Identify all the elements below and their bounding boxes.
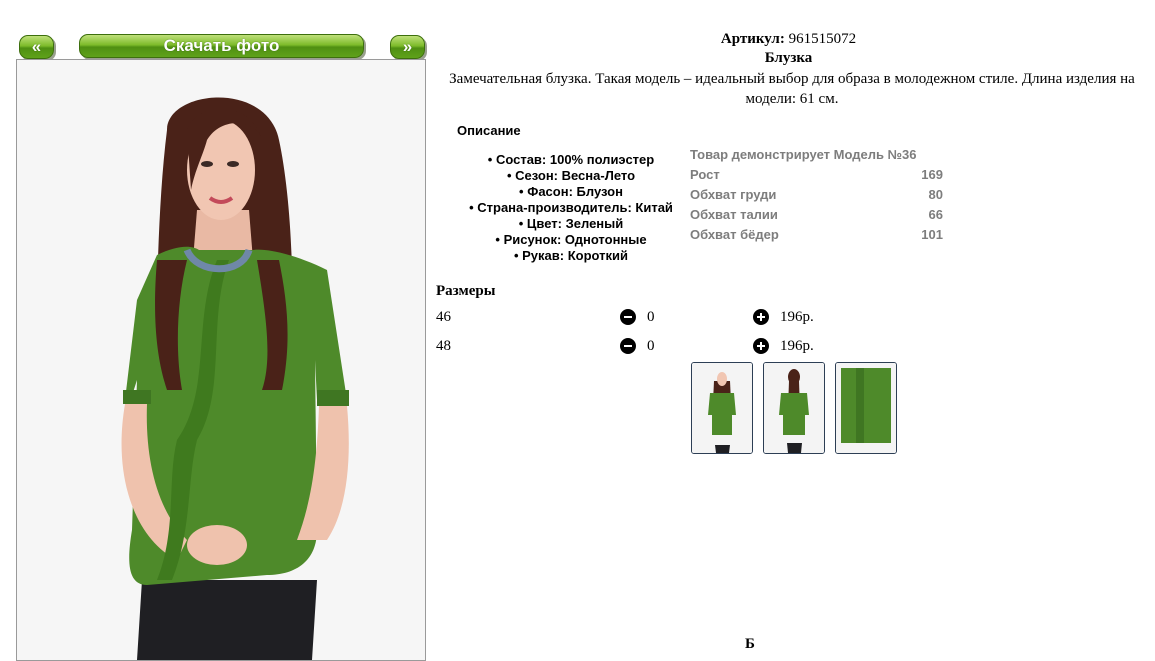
model-value: 169 bbox=[921, 167, 943, 182]
footer-cut-text: Б bbox=[745, 636, 755, 652]
properties-list: Состав: 100% полиэстер Сезон: Весна-Лето… bbox=[440, 152, 702, 264]
main-product-photo bbox=[16, 59, 426, 661]
minus-icon[interactable] bbox=[620, 338, 636, 354]
model-label: Обхват талии bbox=[690, 207, 778, 222]
model-row-height: Рост 169 bbox=[690, 165, 943, 185]
article-line: Артикул: 961515072 bbox=[430, 31, 1147, 48]
model-value: 101 bbox=[921, 227, 943, 242]
model-value: 80 bbox=[928, 187, 943, 202]
size-label: 48 bbox=[436, 338, 451, 354]
model-row-bust: Обхват груди 80 bbox=[690, 185, 943, 205]
model-label: Обхват бёдер bbox=[690, 227, 779, 242]
model-row-hips: Обхват бёдер 101 bbox=[690, 225, 943, 245]
model-value: 66 bbox=[928, 207, 943, 222]
prev-photo-button[interactable]: « bbox=[19, 35, 54, 59]
sizes-heading: Размеры bbox=[436, 283, 496, 299]
property-country: Страна-производитель: Китай bbox=[440, 200, 702, 216]
model-label: Обхват груди bbox=[690, 187, 777, 202]
property-sleeve: Рукав: Короткий bbox=[440, 248, 702, 264]
article-label: Артикул: bbox=[720, 31, 785, 47]
size-label: 46 bbox=[436, 309, 451, 325]
quantity-value: 0 bbox=[647, 309, 655, 325]
property-pattern: Рисунок: Однотонные bbox=[440, 232, 702, 248]
description-heading: Описание bbox=[457, 123, 521, 138]
thumbnail-front[interactable] bbox=[691, 362, 753, 454]
property-composition: Состав: 100% полиэстер bbox=[440, 152, 702, 168]
model-info-heading: Товар демонстрирует Модель №36 bbox=[690, 145, 943, 165]
product-description: Замечательная блузка. Такая модель – иде… bbox=[449, 71, 1135, 107]
size-row-46: 46 0 196р. bbox=[436, 309, 856, 329]
model-info-table: Товар демонстрирует Модель №36 Рост 169 О… bbox=[690, 145, 943, 245]
property-season: Сезон: Весна-Лето bbox=[440, 168, 702, 184]
model-heading-text: Товар демонстрирует Модель №36 bbox=[690, 147, 917, 162]
model-label: Рост bbox=[690, 167, 720, 182]
price-value: 196р. bbox=[780, 338, 814, 354]
property-style: Фасон: Блузон bbox=[440, 184, 702, 200]
size-row-48: 48 0 196р. bbox=[436, 338, 856, 358]
quantity-value: 0 bbox=[647, 338, 655, 354]
thumbnail-fabric[interactable] bbox=[835, 362, 897, 454]
price-value: 196р. bbox=[780, 309, 814, 325]
model-row-waist: Обхват талии 66 bbox=[690, 205, 943, 225]
article-number: 961515072 bbox=[788, 31, 857, 47]
next-photo-button[interactable]: » bbox=[390, 35, 425, 59]
property-color: Цвет: Зеленый bbox=[440, 216, 702, 232]
plus-icon[interactable] bbox=[753, 309, 769, 325]
minus-icon[interactable] bbox=[620, 309, 636, 325]
plus-icon[interactable] bbox=[753, 338, 769, 354]
product-title: Блузка bbox=[764, 50, 813, 66]
thumbnail-back[interactable] bbox=[763, 362, 825, 454]
download-photo-button[interactable]: Скачать фото bbox=[79, 34, 364, 58]
